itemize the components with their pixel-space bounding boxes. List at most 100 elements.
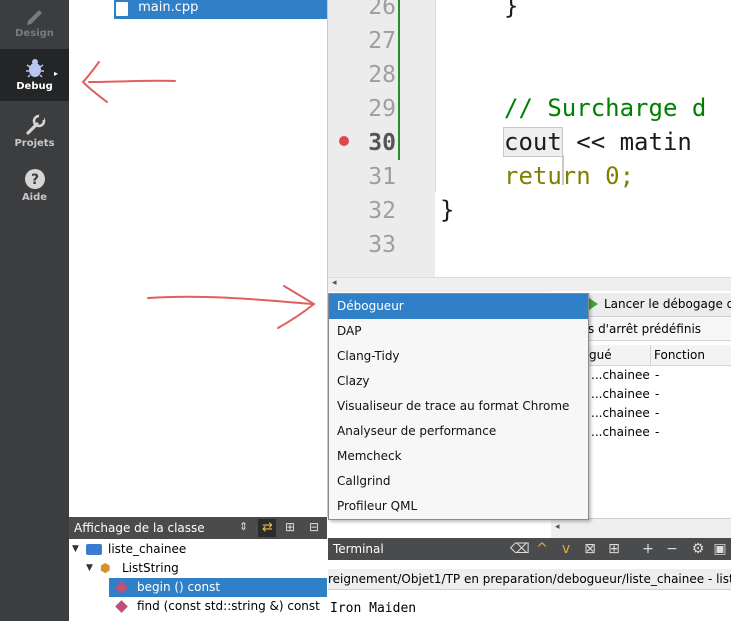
line-number: 29 (368, 96, 396, 122)
tree-item-liste-chainee[interactable]: ▼ liste_chainee (69, 540, 327, 559)
project-tree: main.cpp (69, 0, 328, 517)
menu-item-qml-profiler[interactable]: Profileur QML (329, 494, 588, 519)
menu-item-chrome-trace-viewer[interactable]: Visualiseur de trace au format Chrome (329, 394, 588, 419)
menu-item-dap[interactable]: DAP (329, 319, 588, 344)
line-number: 28 (368, 62, 396, 88)
menu-item-callgrind[interactable]: Callgrind (329, 469, 588, 494)
tree-item-label: ListString (122, 561, 179, 575)
line-number: 30 (368, 130, 396, 156)
column-header[interactable]: Fonction (654, 348, 705, 362)
method-icon (115, 600, 128, 613)
mode-debug-label: Debug (16, 81, 53, 92)
line-number: 27 (368, 28, 396, 54)
code-rest: << matin (561, 128, 692, 156)
close-panel-icon[interactable]: ⊟ (309, 520, 319, 534)
new-terminal-icon[interactable]: ⊞ (606, 541, 622, 557)
tree-item-begin[interactable]: begin () const (109, 578, 327, 597)
column-header[interactable]: gué (589, 348, 612, 362)
mode-aide-label: Aide (21, 192, 48, 203)
mode-projets-label: Projets (14, 138, 55, 149)
scroll-left-icon[interactable]: ◂ (555, 522, 560, 532)
scroll-left-icon[interactable]: ◂ (332, 278, 337, 288)
pencil-icon (26, 10, 42, 25)
minus-icon[interactable]: − (664, 541, 680, 557)
split-icon[interactable]: ⊞ (285, 520, 295, 534)
class-view-title[interactable]: Affichage de la classe (74, 521, 205, 535)
table-row[interactable]: ...chainee (591, 425, 650, 439)
code-comment: // Surcharge d (504, 94, 707, 122)
tree-item-liststring[interactable]: ▼ ⬢ ListString (69, 559, 327, 578)
menu-item-performance-analyzer[interactable]: Analyseur de performance (329, 419, 588, 444)
tree-item-main-cpp[interactable]: main.cpp (114, 0, 327, 19)
menu-item-clazy[interactable]: Clazy (329, 369, 588, 394)
line-number: 33 (368, 232, 396, 258)
stop-icon[interactable]: ⊠ (582, 541, 598, 557)
chevron-right-icon: ▸ (54, 69, 59, 78)
method-icon (115, 581, 128, 594)
mode-bar: Design Debug ▸ Projets ? Aide (0, 0, 69, 621)
expand-arrow-icon[interactable]: ▼ (72, 540, 79, 559)
add-icon[interactable]: + (640, 541, 656, 557)
code-editor[interactable]: 26 27 28 29 30 31 32 33 } // Surcharge d… (328, 0, 731, 277)
terminal-output-line: Iron Maiden (330, 601, 417, 616)
lock-icon[interactable]: ▣ (712, 541, 728, 557)
expand-arrow-icon[interactable]: ▼ (86, 559, 93, 578)
launch-debug-label[interactable]: Lancer le débogage du (604, 297, 731, 311)
mode-debug[interactable]: Debug ▸ (0, 49, 69, 101)
cout-token-text: cout (503, 127, 563, 157)
tree-item-label: begin () const (137, 580, 221, 594)
gear-icon[interactable]: ⚙ (690, 541, 706, 557)
table-cell: - (655, 387, 660, 401)
breakpoints-header: s d'arrêt prédéfinis (588, 318, 731, 341)
menu-item-clang-tidy[interactable]: Clang-Tidy (329, 344, 588, 369)
file-label: main.cpp (138, 0, 199, 15)
play-icon[interactable] (589, 298, 598, 310)
mode-projets[interactable]: Projets (0, 112, 69, 156)
table-cell: - (655, 368, 660, 382)
sort-arrows-icon[interactable]: ⇕ (239, 520, 248, 533)
tree-item-label: find (const std::string &) const (137, 599, 320, 613)
breakpoint-icon[interactable] (339, 136, 349, 146)
sync-icon[interactable]: ⇄ (258, 519, 276, 537)
debugger-toolbar: Lancer le débogage du (588, 293, 731, 317)
menu-item-memcheck[interactable]: Memcheck (329, 444, 588, 469)
editor-horizontal-scrollbar[interactable]: ◂ (328, 277, 731, 292)
preset-breakpoints-label: s d'arrêt prédéfinis (588, 322, 702, 336)
mode-design-label: Design (15, 28, 54, 39)
table-row[interactable]: ...chainee (591, 387, 650, 401)
help-icon: ? (24, 169, 45, 189)
terminal-title[interactable]: Terminal (333, 542, 384, 556)
column-divider (650, 345, 651, 365)
analyzer-menu: Débogueur DAP Clang-Tidy Clazy Visualise… (328, 293, 589, 520)
terminal-tab-path[interactable]: reignement/Objet1/TP en preparation/debo… (328, 569, 731, 590)
debugger-horizontal-scrollbar[interactable]: ◂ (551, 518, 731, 539)
mode-aide[interactable]: ? Aide (0, 166, 69, 210)
chevron-up-icon[interactable]: ^ (534, 541, 550, 557)
line-number: 31 (368, 164, 396, 190)
clear-icon[interactable]: ⌫ (510, 541, 530, 557)
code-line: return 0; (504, 162, 635, 190)
code-line: } (440, 196, 455, 224)
wrench-icon (25, 114, 45, 135)
terminal-header: Terminal ⌫ ^ v ⊠ ⊞ + − ⚙ ▣ (328, 538, 731, 560)
svg-text:?: ? (30, 172, 38, 188)
tree-item-label: liste_chainee (108, 542, 187, 556)
class-tree: ▼ liste_chainee ▼ ⬢ ListString begin () … (69, 539, 327, 621)
tree-item-find[interactable]: find (const std::string &) const (109, 597, 327, 616)
namespace-icon (86, 544, 102, 555)
class-view-header: Affichage de la classe ⇕ ⇄ ⊞ ⊟ (69, 517, 327, 539)
table-row[interactable]: ...chainee (591, 368, 650, 382)
table-cell: - (655, 406, 660, 420)
modified-line-marker (398, 0, 400, 160)
code-line: cout << matin (503, 127, 692, 157)
annotation-arrow-icon (81, 61, 176, 103)
table-row[interactable]: ...chainee (591, 406, 650, 420)
class-icon: ⬢ (100, 561, 111, 575)
chevron-down-icon[interactable]: v (558, 541, 574, 557)
terminal-output[interactable]: Iron Maiden (328, 590, 731, 621)
annotation-arrow-icon (147, 285, 316, 329)
mode-design[interactable]: Design (0, 2, 69, 48)
table-cell: - (655, 425, 660, 439)
menu-item-debugger[interactable]: Débogueur (329, 294, 588, 319)
code-line: } (504, 0, 519, 20)
